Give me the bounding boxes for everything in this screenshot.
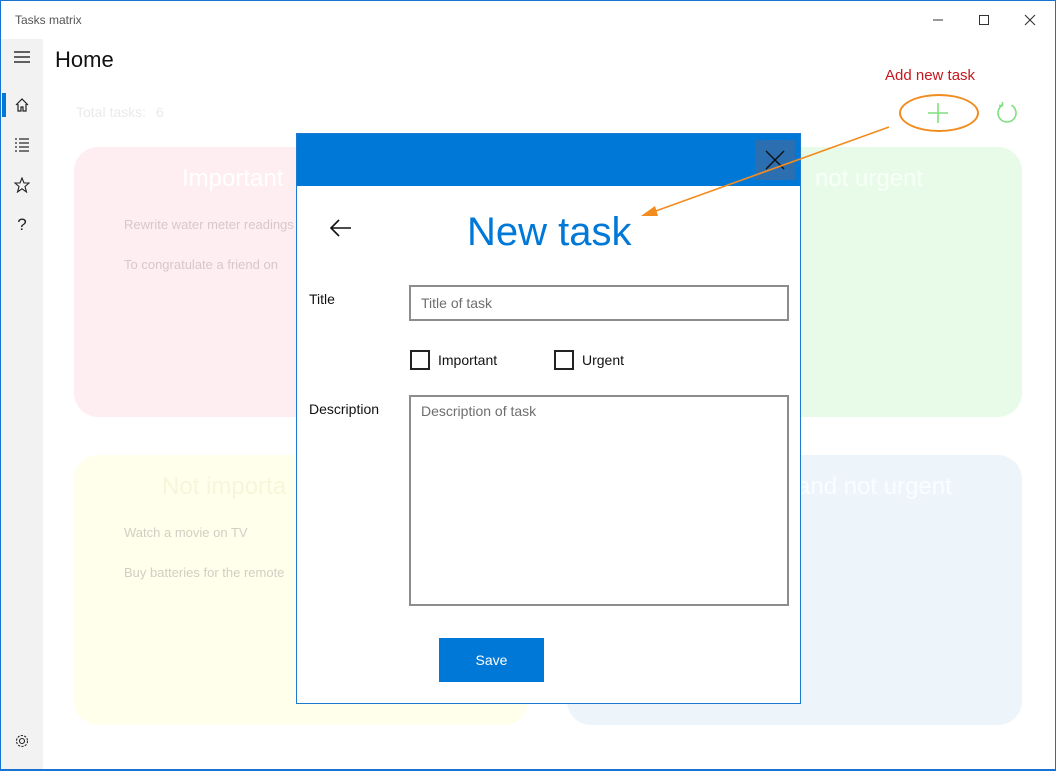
nav-item-tasks-list[interactable] — [1, 127, 43, 163]
quadrant-title: Not importa — [162, 473, 287, 500]
title-input[interactable] — [409, 285, 789, 321]
dialog-close-button[interactable] — [755, 140, 795, 180]
app-title: Tasks matrix — [15, 13, 82, 27]
description-input[interactable] — [409, 395, 789, 606]
page-title: Home — [55, 47, 114, 72]
important-checkbox-box[interactable] — [410, 350, 430, 370]
maximize-icon — [979, 15, 989, 25]
settings-icon — [15, 734, 29, 748]
refresh-icon — [997, 102, 1017, 123]
help-icon: ? — [17, 215, 27, 234]
minimize-icon — [933, 19, 943, 21]
task-item[interactable]: To congratulate a friend on — [124, 257, 278, 272]
task-item[interactable]: Watch a movie on TV — [124, 525, 248, 540]
task-item[interactable]: Rewrite water meter readings — [124, 217, 294, 232]
nav-item-help[interactable]: ? — [1, 207, 43, 243]
total-tasks-label: Total tasks: — [76, 104, 147, 120]
dialog-header — [297, 134, 800, 186]
nav-menu-toggle[interactable] — [1, 39, 43, 75]
plus-icon — [928, 103, 948, 123]
save-button[interactable]: Save — [439, 638, 544, 682]
quadrant-title: not urgent — [815, 165, 924, 192]
nav-item-home[interactable] — [1, 87, 43, 123]
new-task-dialog: New task Title Important Urgent Descript… — [296, 133, 801, 704]
active-indicator — [2, 93, 6, 117]
urgent-checkbox-label: Urgent — [582, 352, 625, 368]
title-bar: Tasks matrix — [1, 1, 1055, 39]
nav-item-favorites[interactable] — [1, 167, 43, 203]
add-task-button[interactable] — [921, 97, 955, 129]
urgent-checkbox-box[interactable] — [554, 350, 574, 370]
annotation-label: Add new task — [885, 67, 976, 84]
important-checkbox-label: Important — [438, 352, 498, 368]
quadrant-title: and not urgent — [797, 473, 952, 500]
back-button[interactable] — [325, 212, 357, 244]
description-label: Description — [309, 401, 380, 417]
close-icon — [765, 150, 785, 170]
hamburger-icon — [14, 51, 30, 63]
important-checkbox[interactable]: Important — [410, 350, 497, 370]
home-icon — [15, 98, 29, 112]
task-item[interactable]: Buy batteries for the remote — [124, 565, 284, 580]
arrow-left-icon — [329, 219, 351, 237]
quadrant-title: Important — [182, 165, 284, 192]
list-icon — [15, 138, 29, 152]
close-icon — [1024, 14, 1036, 26]
window-close-button[interactable] — [1007, 5, 1053, 35]
app-window: Tasks matrix ? Home Total tasks: 6 Add n… — [1, 1, 1055, 769]
navigation-pane: ? — [1, 39, 43, 769]
maximize-button[interactable] — [961, 5, 1007, 35]
star-icon — [14, 177, 30, 193]
urgent-checkbox[interactable]: Urgent — [554, 350, 624, 370]
dialog-heading: New task — [467, 210, 632, 254]
nav-item-settings[interactable] — [1, 723, 43, 759]
refresh-button[interactable] — [991, 97, 1023, 129]
total-tasks-value: 6 — [155, 104, 164, 120]
minimize-button[interactable] — [915, 5, 961, 35]
title-label: Title — [309, 291, 335, 307]
total-tasks-counter: Total tasks: 6 — [76, 104, 164, 120]
